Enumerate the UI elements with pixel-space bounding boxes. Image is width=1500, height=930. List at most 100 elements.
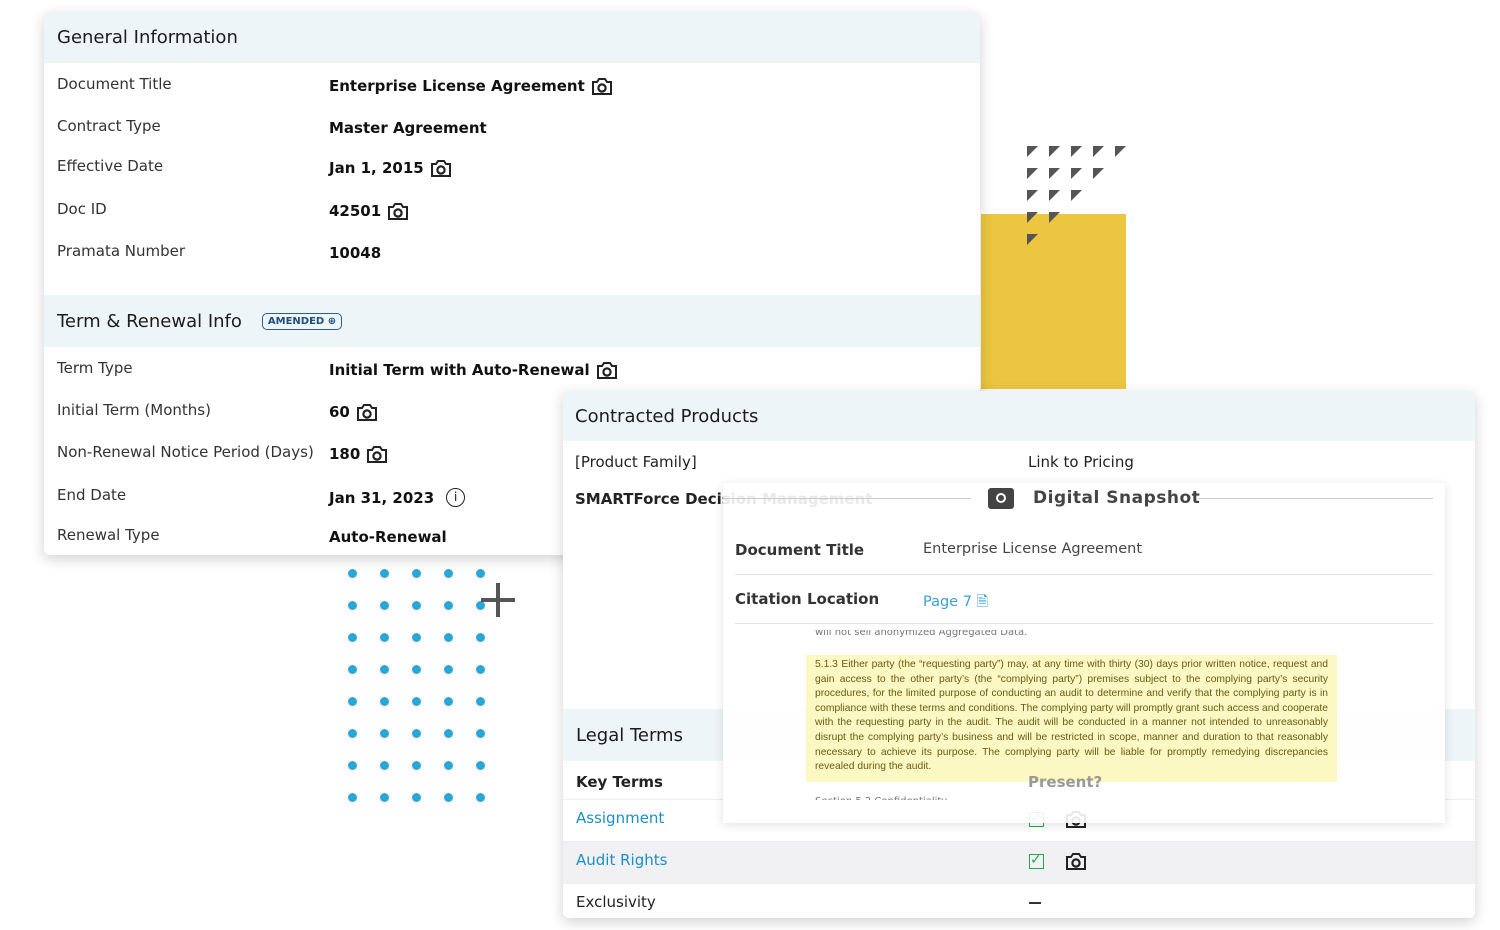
camera-icon[interactable] <box>1065 853 1087 870</box>
products-header: Contracted Products <box>563 391 1475 441</box>
dot <box>348 761 357 770</box>
dot <box>444 633 453 642</box>
dot <box>476 569 485 578</box>
legal-title: Legal Terms <box>576 724 683 746</box>
camera-icon[interactable] <box>387 203 409 220</box>
camera-icon[interactable] <box>596 362 618 379</box>
check-icon: ✓ <box>1029 853 1044 869</box>
dot <box>412 793 421 802</box>
triangle <box>1071 168 1082 179</box>
doc-title-label: Document Title <box>735 541 865 559</box>
camera-icon[interactable] <box>430 160 452 177</box>
section-header: General Information <box>44 12 980 63</box>
dot <box>380 665 389 674</box>
legal-row <box>563 841 1475 883</box>
dot <box>348 569 357 578</box>
camera-icon[interactable] <box>591 78 613 95</box>
triangle <box>1049 190 1060 201</box>
plus-icon <box>481 583 515 617</box>
dot <box>348 665 357 674</box>
col-link-pricing: Link to Pricing <box>1028 453 1134 471</box>
dot <box>444 729 453 738</box>
dot <box>412 665 421 674</box>
triangle <box>1071 190 1082 201</box>
dash-icon <box>1029 902 1041 904</box>
excerpt-post: Section 5.2 Confidentiality <box>815 792 947 800</box>
yellow-block <box>981 214 1126 389</box>
dot <box>380 793 389 802</box>
camera-icon <box>988 488 1014 509</box>
dot <box>380 633 389 642</box>
dot <box>348 633 357 642</box>
dot <box>380 569 389 578</box>
digital-snapshot-panel: Digital Snapshot Document Title Enterpri… <box>723 483 1445 823</box>
dot <box>476 793 485 802</box>
col-product-family: [Product Family] <box>575 453 697 471</box>
field-value: Enterprise License Agreement <box>329 77 613 95</box>
col-present: Present? <box>1028 773 1103 791</box>
dot <box>380 761 389 770</box>
camera-icon[interactable] <box>356 404 378 421</box>
dot <box>412 569 421 578</box>
field-value: 42501 <box>329 202 409 220</box>
snapshot-title: Digital Snapshot <box>1033 488 1201 508</box>
dot <box>348 729 357 738</box>
dot <box>348 697 357 706</box>
field-value: 60 <box>329 403 378 421</box>
dot <box>444 665 453 674</box>
field-label: Effective Date <box>57 157 164 175</box>
dot <box>476 761 485 770</box>
excerpt-pre: will not sell anonymized Aggregated Data… <box>815 630 1028 638</box>
dot <box>380 601 389 610</box>
field-label: End Date <box>57 486 127 504</box>
info-icon[interactable]: i <box>446 488 466 507</box>
products-title: Contracted Products <box>575 405 759 427</box>
triangle <box>1093 168 1104 179</box>
field-value: 180 <box>329 445 388 463</box>
field-label: Contract Type <box>57 117 161 135</box>
dot <box>348 793 357 802</box>
dot <box>348 601 357 610</box>
triangle <box>1049 146 1060 157</box>
dot <box>412 761 421 770</box>
dot <box>412 633 421 642</box>
general-title: General Information <box>57 27 238 48</box>
dot <box>412 601 421 610</box>
highlighted-clause: 5.1.3 Either party (the “requesting part… <box>806 655 1337 782</box>
dot <box>444 697 453 706</box>
amended-badge[interactable]: AMENDED ⊕ <box>261 312 343 330</box>
field-label: Initial Term (Months) <box>57 401 211 419</box>
field-value: 10048 <box>329 244 382 262</box>
triangle <box>1071 146 1082 157</box>
pdf-icon: 🗎 <box>976 594 989 610</box>
key-term-link[interactable]: Audit Rights <box>576 851 667 869</box>
dot <box>444 793 453 802</box>
dot <box>380 697 389 706</box>
triangle <box>1027 190 1038 201</box>
field-value: Master Agreement <box>329 119 487 137</box>
dot <box>380 729 389 738</box>
triangle <box>1049 168 1060 179</box>
legal-row <box>563 883 1475 918</box>
term-header: Term & Renewal Info AMENDED ⊕ <box>44 295 980 347</box>
field-label: Pramata Number <box>57 242 186 260</box>
field-value: Auto-Renewal <box>329 528 447 546</box>
dot <box>444 601 453 610</box>
triangle <box>1115 146 1126 157</box>
dot <box>476 633 485 642</box>
triangle <box>1093 146 1104 157</box>
field-value: Jan 31, 2023 i <box>329 488 466 507</box>
citation-label: Citation Location <box>735 590 880 608</box>
dot <box>476 665 485 674</box>
doc-title-value: Enterprise License Agreement <box>923 541 1143 557</box>
col-key-terms: Key Terms <box>576 773 663 791</box>
dot <box>476 697 485 706</box>
key-term-link[interactable]: Exclusivity <box>576 893 656 911</box>
key-term-link[interactable]: Assignment <box>576 809 664 827</box>
dot <box>444 761 453 770</box>
triangle <box>1027 146 1038 157</box>
dot <box>412 729 421 738</box>
camera-icon[interactable] <box>366 446 388 463</box>
citation-link[interactable]: Page 7 🗎 <box>923 591 988 616</box>
dot <box>476 729 485 738</box>
